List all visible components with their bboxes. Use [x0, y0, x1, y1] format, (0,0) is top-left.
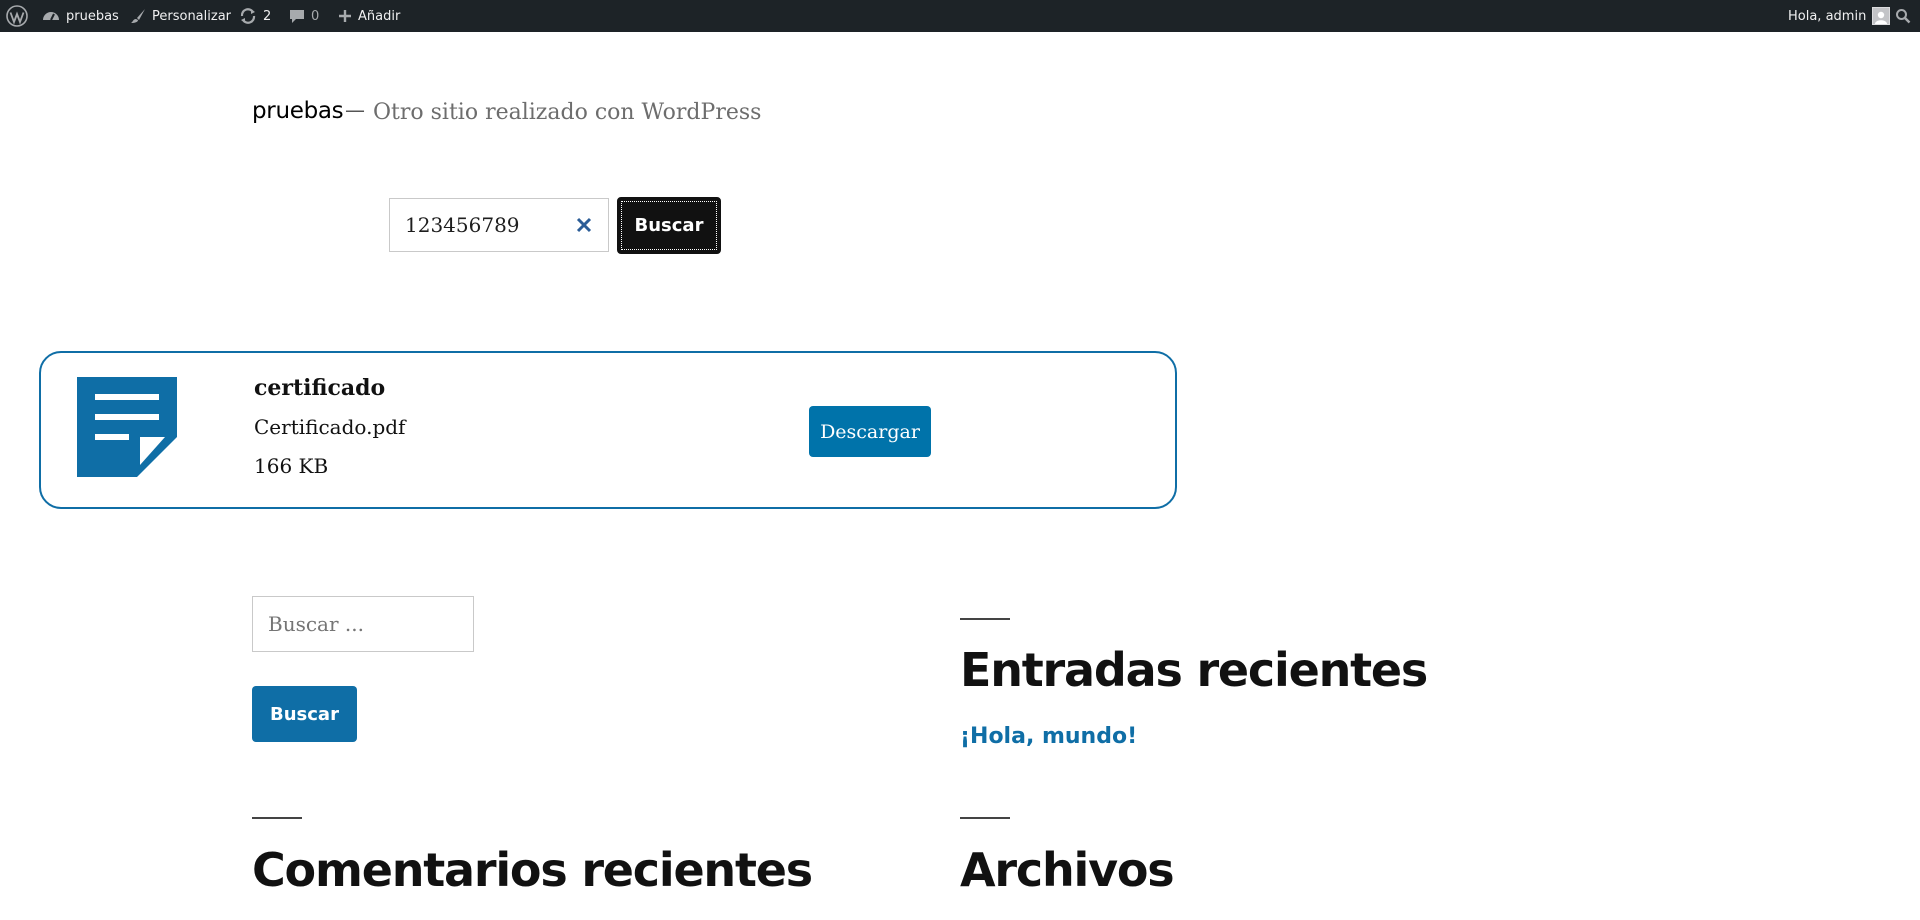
file-size: 166 KB [254, 454, 329, 478]
recent-comments-title: Comentarios recientes [252, 843, 813, 897]
archives-title: Archivos [960, 843, 1175, 897]
widget-search-input[interactable]: Buscar ... [252, 596, 474, 652]
comments-count: 0 [311, 8, 320, 24]
document-icon [77, 377, 177, 477]
greeting-text: Hola, admin [1788, 8, 1867, 24]
search-input[interactable]: 123456789 [389, 198, 609, 252]
widget-search-button[interactable]: Buscar [252, 686, 357, 742]
site-title[interactable]: pruebas [252, 98, 344, 124]
admin-bar-site-name: pruebas [66, 8, 119, 24]
clear-icon[interactable] [574, 215, 594, 235]
avatar-icon [1872, 7, 1891, 25]
updates-icon [240, 8, 256, 24]
customize-label: Personalizar [152, 8, 232, 24]
site-description: Otro sitio realizado con WordPress [373, 100, 762, 125]
add-new-menu[interactable]: Añadir [338, 0, 400, 32]
divider [960, 817, 1010, 819]
plus-icon [339, 10, 351, 22]
search-button[interactable]: Buscar [617, 197, 721, 254]
admin-bar-search-icon[interactable] [1895, 0, 1911, 32]
file-title: certificado [254, 375, 386, 401]
divider [960, 618, 1010, 620]
download-button[interactable]: Descargar [809, 406, 931, 457]
customize-menu[interactable]: Personalizar [130, 0, 231, 32]
my-account-menu[interactable]: Hola, admin [1788, 0, 1891, 32]
file-filename: Certificado.pdf [254, 415, 406, 439]
add-new-label: Añadir [358, 8, 401, 24]
dashboard-icon [43, 12, 59, 21]
admin-bar: pruebas Personalizar 2 0 Añadir Hola, ad… [0, 0, 1920, 32]
divider [252, 817, 302, 819]
site-name-menu[interactable]: pruebas [42, 0, 119, 32]
file-result-card: certificado Certificado.pdf 166 KB Desca… [39, 351, 1177, 509]
updates-count: 2 [263, 8, 272, 24]
wordpress-logo-icon[interactable] [6, 0, 28, 32]
updates-menu[interactable]: 2 [239, 0, 271, 32]
search-input-value: 123456789 [405, 213, 520, 237]
search-icon [1896, 9, 1911, 24]
comments-menu[interactable]: 0 [289, 0, 319, 32]
title-separator: — [345, 98, 365, 122]
comment-icon [290, 10, 304, 23]
recent-posts-title: Entradas recientes [960, 643, 1428, 697]
widget-search-placeholder: Buscar ... [268, 612, 364, 636]
recent-post-link[interactable]: ¡Hola, mundo! [960, 724, 1137, 749]
brush-icon [131, 9, 145, 23]
